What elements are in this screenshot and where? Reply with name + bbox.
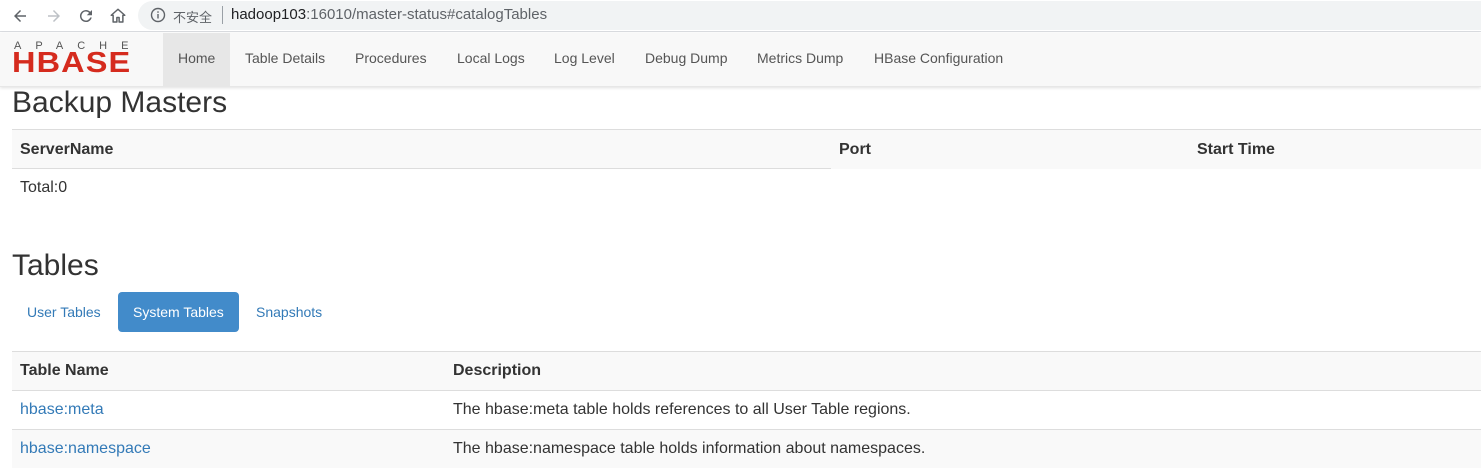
reload-icon[interactable] — [74, 4, 98, 28]
table-row: hbase:namespace The hbase:namespace tabl… — [12, 429, 1481, 468]
logo-hbase-text: HBASE — [12, 47, 132, 79]
column-header-port: Port — [839, 141, 871, 158]
tab-user-tables[interactable]: User Tables — [12, 292, 116, 332]
table-header-row: ServerName Port Start Time — [12, 129, 1481, 169]
nav-home[interactable]: Home — [163, 33, 231, 87]
table-link-hbase-namespace[interactable]: hbase:namespace — [20, 440, 151, 458]
column-header-table-name: Table Name — [20, 362, 109, 379]
browser-toolbar: 不安全 hadoop103:16010/master-status#catalo… — [0, 0, 1481, 32]
column-header-servername: ServerName — [20, 141, 114, 158]
tab-snapshots[interactable]: Snapshots — [241, 292, 337, 332]
security-label: 不安全 — [173, 11, 213, 26]
backup-masters-heading: Backup Masters — [12, 86, 228, 119]
column-header-start-time: Start Time — [1197, 141, 1275, 158]
address-bar[interactable]: 不安全 hadoop103:16010/master-status#catalo… — [138, 1, 1481, 30]
divider — [222, 6, 223, 24]
info-icon[interactable] — [150, 7, 166, 23]
table-link-hbase-meta[interactable]: hbase:meta — [20, 401, 104, 419]
nav-log-level[interactable]: Log Level — [554, 33, 615, 87]
url-path: :16010/master-status#catalogTables — [306, 6, 548, 23]
nav-table-details[interactable]: Table Details — [245, 33, 325, 87]
forward-icon[interactable] — [42, 4, 66, 28]
url-text: hadoop103:16010/master-status#catalogTab… — [231, 6, 547, 23]
table-header-row: Table Name Description — [12, 351, 1481, 390]
nav-local-logs[interactable]: Local Logs — [457, 33, 525, 87]
tables-heading: Tables — [12, 249, 99, 282]
back-icon[interactable] — [8, 4, 32, 28]
hbase-logo[interactable]: APACHE HBASE — [12, 40, 150, 78]
home-icon[interactable] — [106, 4, 130, 28]
nav-debug-dump[interactable]: Debug Dump — [645, 33, 728, 87]
nav-hbase-configuration[interactable]: HBase Configuration — [874, 33, 1003, 87]
table-row: hbase:meta The hbase:meta table holds re… — [12, 390, 1481, 429]
url-host: hadoop103 — [231, 6, 307, 23]
table-description: The hbase:namespace table holds informat… — [453, 440, 926, 457]
table-description: The hbase:meta table holds references to… — [453, 401, 911, 418]
column-header-description: Description — [453, 362, 542, 379]
divider — [12, 168, 831, 169]
hbase-navbar: APACHE HBASE Home Table Details Procedur… — [0, 33, 1481, 87]
nav-procedures[interactable]: Procedures — [355, 33, 427, 87]
tab-system-tables[interactable]: System Tables — [118, 292, 239, 332]
nav-metrics-dump[interactable]: Metrics Dump — [757, 33, 843, 87]
total-count: Total:0 — [20, 179, 68, 196]
